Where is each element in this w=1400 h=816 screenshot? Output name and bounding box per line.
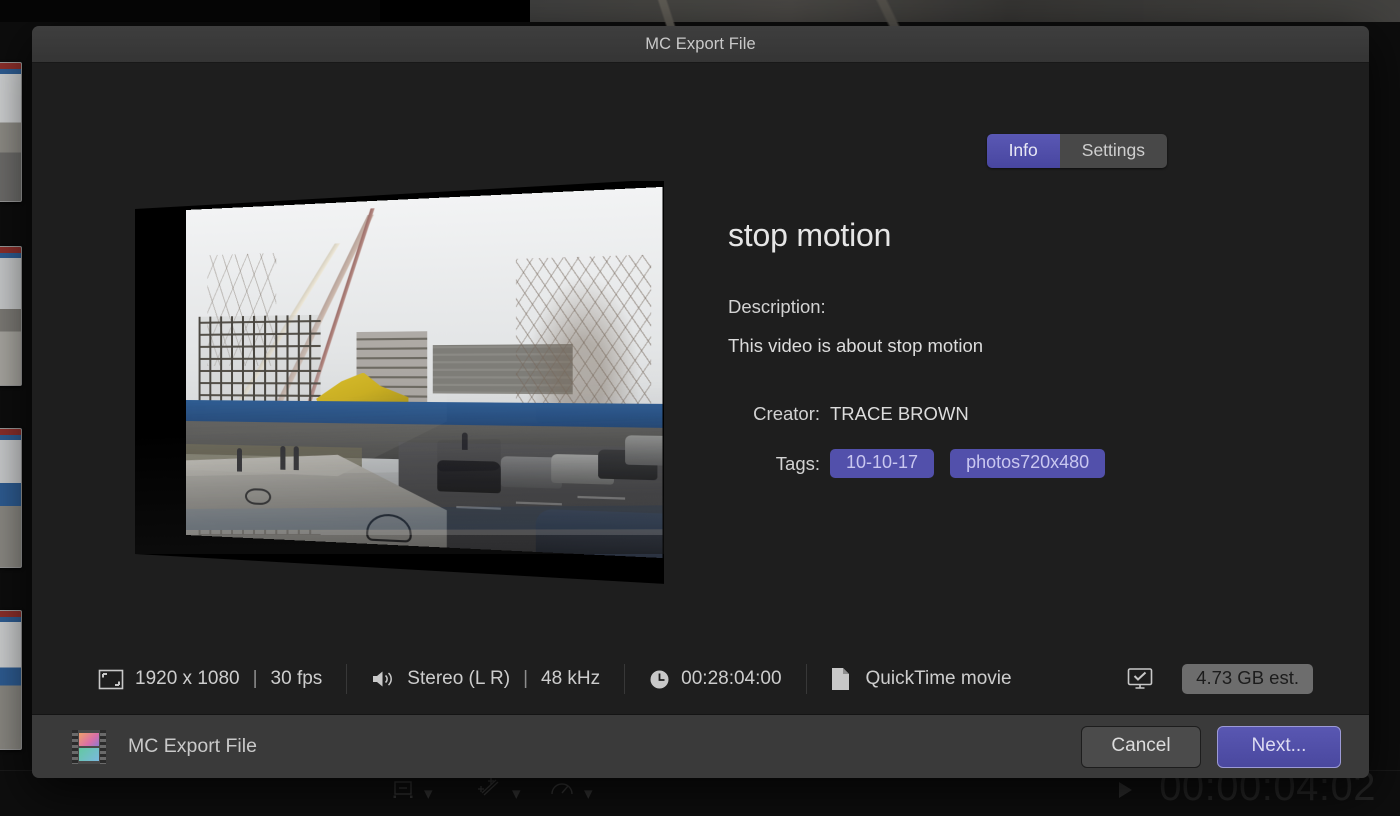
format-value: QuickTime movie [865,668,1012,689]
audio-channels-value: Stereo (L R) [407,668,511,689]
description-label: Description: [728,296,826,317]
dialog-titlebar: MC Export File [32,26,1369,63]
metadata-separator: | [252,668,258,689]
framerate-value: 30 fps [270,668,323,689]
background-clip-thumbnail[interactable] [0,428,22,568]
info-settings-segmented-control: Info Settings [986,134,1167,168]
background-clip-thumbnail[interactable] [0,62,22,202]
preview-reflection [186,375,663,535]
divider [624,664,626,694]
speed-chevron-down-icon[interactable]: ▾ [584,785,593,802]
video-title: stop motion [728,217,892,253]
mc-export-file-dialog: MC Export File Info Settings stop motion… [32,26,1369,778]
preview-reflection-image [186,375,663,535]
description-value[interactable]: This video is about stop motion [728,335,1329,357]
crop-tool-icon[interactable] [392,779,414,802]
resolution-value: 1920 x 1080 [135,668,240,689]
monitor-check-icon[interactable] [1126,667,1154,691]
tab-settings[interactable]: Settings [1059,134,1167,168]
document-icon [831,667,850,691]
tags-label: Tags: [775,452,820,474]
sample-rate-value: 48 kHz [541,668,601,689]
resolution-icon [98,669,124,690]
background-clip-thumbnail[interactable] [0,610,22,750]
info-panel: stop motion Description: This video is a… [728,217,1329,478]
divider [805,664,807,694]
background-video-preview [530,0,1400,36]
cancel-button[interactable]: Cancel [1081,725,1201,768]
film-strip-icon [72,729,106,764]
tab-info[interactable]: Info [986,134,1060,168]
video-preview[interactable] [104,181,664,681]
enhance-chevron-down-icon[interactable]: ▾ [512,785,521,802]
tags-list: 10-10-17 photos720x480 [830,449,1329,478]
speaker-icon [371,669,396,689]
destination-group: 4.73 GB est. [1126,664,1313,694]
metadata-separator: | [523,668,529,689]
crop-chevron-down-icon[interactable]: ▾ [424,785,433,802]
size-estimate-badge: 4.73 GB est. [1182,664,1313,694]
divider [346,664,348,694]
clock-icon [649,669,670,690]
dialog-body: Info Settings stop motion Description: T… [32,63,1369,714]
metadata-bar: 1920 x 1080 | 30 fps Stereo (L R) | 48 k… [32,644,1369,714]
play-icon[interactable] [1119,782,1132,798]
enhance-tool-icon[interactable] [476,777,502,802]
speed-tool-icon[interactable] [550,779,574,802]
audio-group: Stereo (L R) | 48 kHz [371,668,600,690]
tag-chip[interactable]: photos720x480 [950,449,1106,478]
background-clip-thumbnail[interactable] [0,246,22,386]
dialog-footer: MC Export File Cancel Next... [32,714,1369,778]
tag-chip[interactable]: 10-10-17 [830,449,935,478]
dialog-title: MC Export File [645,34,756,53]
background-dark-block [380,0,530,22]
creator-value[interactable]: TRACE BROWN [830,403,1329,425]
creator-label: Creator: [753,403,820,424]
duration-value: 00:28:04:00 [681,668,782,689]
info-fields: Creator: TRACE BROWN Tags: 10-10-17 phot… [728,403,1329,478]
next-button[interactable]: Next... [1217,725,1341,768]
duration-group: 00:28:04:00 [649,668,782,690]
app-identity: MC Export File [72,729,257,764]
app-name-label: MC Export File [128,735,257,757]
format-group: QuickTime movie [831,667,1012,691]
resolution-group: 1920 x 1080 | 30 fps [98,668,322,690]
